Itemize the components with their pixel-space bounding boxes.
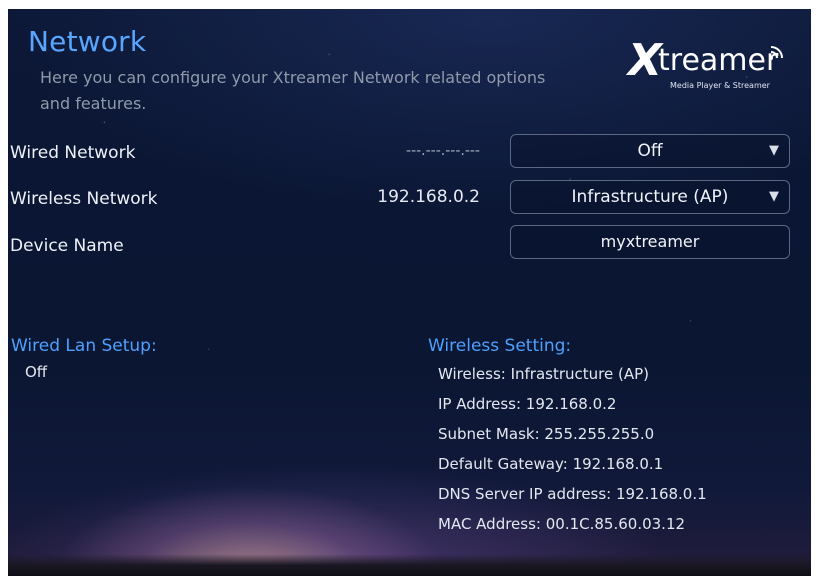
page-subtitle: Here you can configure your Xtreamer Net… bbox=[40, 68, 546, 113]
wireless-signal-icon bbox=[769, 46, 783, 60]
chevron-down-icon: ▼ bbox=[769, 189, 779, 204]
chevron-down-icon: ▼ bbox=[769, 143, 779, 158]
xtreamer-logo: X treamer Media Player & Streamer bbox=[628, 35, 798, 101]
network-settings-screen: Network Here you can configure your Xtre… bbox=[8, 9, 811, 576]
wired-network-option: Off bbox=[637, 141, 663, 161]
ip-address-info: IP Address: 192.168.0.2 bbox=[438, 395, 617, 413]
landscape-silhouette bbox=[8, 554, 811, 576]
logo-x-letter: X bbox=[628, 35, 662, 86]
default-gateway-info: Default Gateway: 192.168.0.1 bbox=[438, 455, 664, 473]
dns-server-info: DNS Server IP address: 192.168.0.1 bbox=[438, 485, 707, 503]
device-name-label: Device Name bbox=[10, 236, 124, 256]
wired-lan-status: Off bbox=[25, 363, 48, 381]
wired-lan-setup-title: Wired Lan Setup: bbox=[11, 336, 157, 356]
wireless-network-ip: 192.168.0.2 bbox=[377, 187, 480, 207]
subnet-mask-info: Subnet Mask: 255.255.255.0 bbox=[438, 425, 655, 443]
wireless-network-option: Infrastructure (AP) bbox=[571, 187, 729, 207]
mac-address-info: MAC Address: 00.1C.85.60.03.12 bbox=[438, 515, 686, 533]
wired-network-dropdown[interactable]: Off ▼ bbox=[510, 134, 790, 168]
wireless-network-label: Wireless Network bbox=[10, 189, 158, 209]
page-title: Network bbox=[28, 25, 147, 58]
wired-network-ip: ---.---.---.--- bbox=[406, 143, 480, 159]
wireless-network-dropdown[interactable]: Infrastructure (AP) ▼ bbox=[510, 180, 790, 214]
logo-tagline: Media Player & Streamer bbox=[670, 81, 770, 90]
wireless-mode-info: Wireless: Infrastructure (AP) bbox=[438, 365, 650, 383]
device-name-field[interactable]: myxtreamer bbox=[510, 225, 790, 259]
wireless-setting-title: Wireless Setting: bbox=[428, 336, 572, 356]
logo-wordmark: treamer bbox=[658, 43, 779, 78]
wired-network-label: Wired Network bbox=[10, 143, 136, 163]
